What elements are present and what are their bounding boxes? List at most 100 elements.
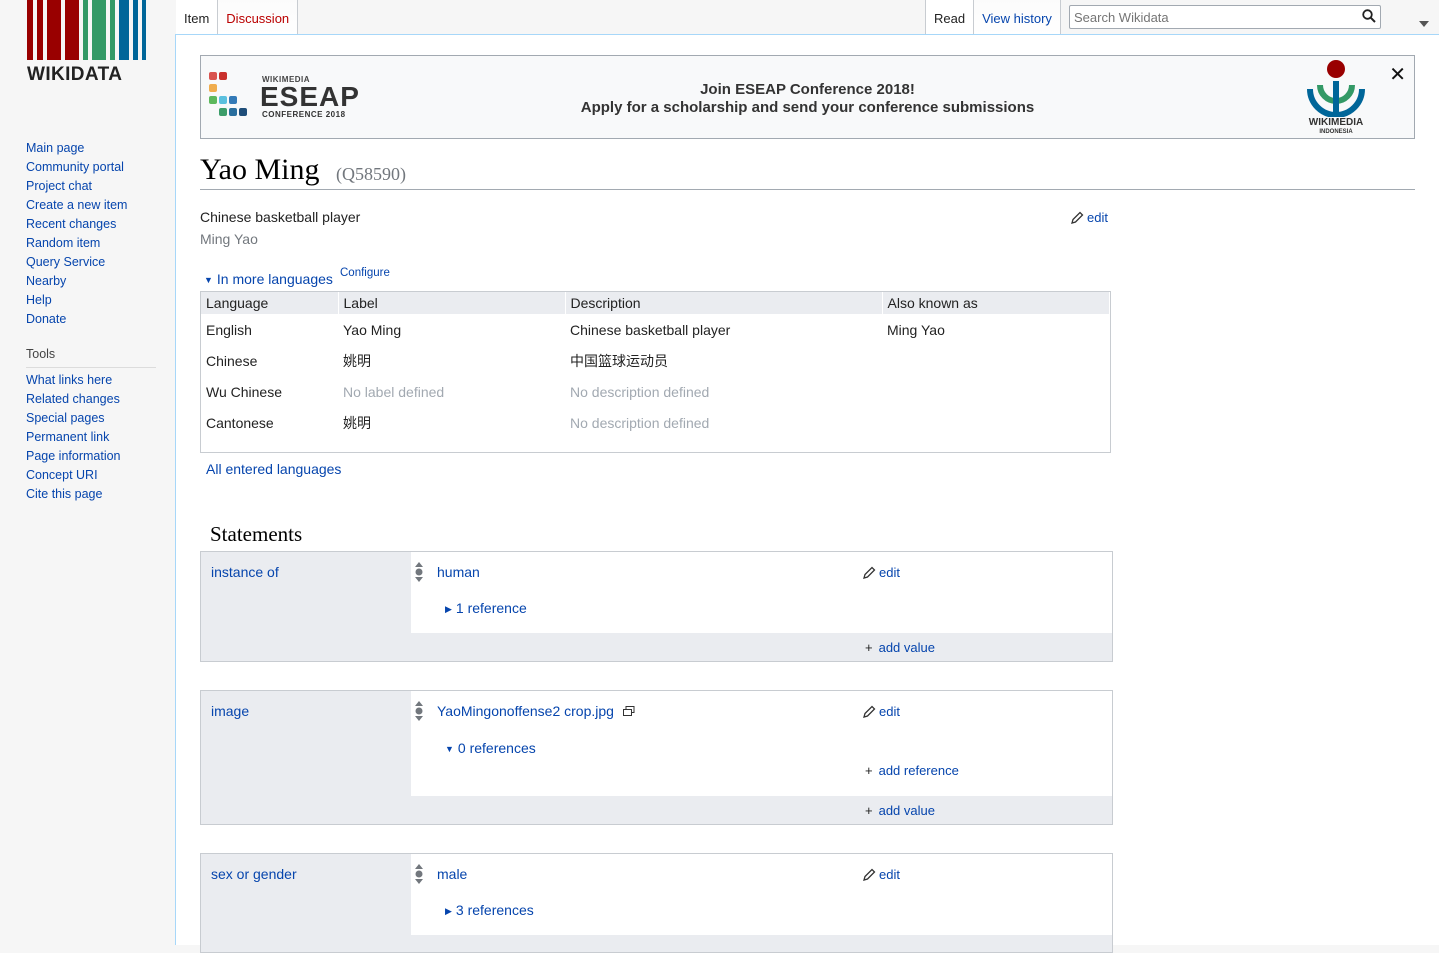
statement-edit-button[interactable]: edit	[863, 565, 900, 580]
property-link[interactable]: instance of	[211, 564, 279, 580]
plus-icon: +	[865, 763, 873, 778]
banner-message: Join ESEAP Conference 2018! Apply for a …	[201, 81, 1414, 117]
in-more-languages-label: In more languages	[216, 271, 333, 287]
wikimedia-logo-icon	[1307, 60, 1365, 118]
row-description: No description defined	[570, 383, 710, 400]
statement-group-sex-or-gender: sex or gender male ▶ 3 references edit	[200, 853, 1113, 953]
image-filename: YaoMingonoffense2 crop.jpg	[437, 703, 614, 719]
external-link-icon	[622, 706, 635, 716]
rank-selector-icon[interactable]	[414, 701, 424, 726]
table-header-row: Language Label Description Also known as	[201, 292, 1110, 314]
add-reference-label: add reference	[878, 763, 959, 778]
tab-item[interactable]: Item	[176, 0, 219, 35]
row-label: 姚明	[343, 414, 371, 431]
sidebar-item-project-chat[interactable]: Project chat	[26, 177, 127, 196]
central-notice-banner[interactable]: WIKIMEDIA ESEAP CONFERENCE 2018 Join ESE…	[200, 55, 1415, 139]
property-link[interactable]: image	[211, 703, 249, 719]
search-input[interactable]	[1070, 6, 1350, 28]
statement-value-link[interactable]: YaoMingonoffense2 crop.jpg	[437, 703, 635, 719]
statement-edit-button[interactable]: edit	[863, 867, 900, 882]
pencil-icon	[1071, 211, 1084, 224]
wikimedia-indonesia-logo: WIKIMEDIA INDONESIA	[1296, 59, 1376, 137]
column-header-aliases: Also known as	[882, 292, 1110, 314]
statements-heading: Statements	[210, 522, 303, 546]
all-entered-languages-link[interactable]: All entered languages	[206, 461, 341, 477]
languages-table: Language Label Description Also known as…	[200, 291, 1111, 453]
item-id: (Q58590)	[336, 164, 406, 184]
sidebar-item-concept-uri[interactable]: Concept URI	[26, 466, 121, 485]
column-header-description: Description	[565, 292, 883, 314]
table-row: Chinese 姚明 中国篮球运动员	[201, 345, 1110, 376]
statement-value-link[interactable]: human	[437, 564, 480, 580]
plus-icon: +	[865, 803, 873, 818]
sidebar-tools: What links here Related changes Special …	[26, 371, 121, 504]
references-toggle[interactable]: ▼ 0 references	[445, 740, 536, 756]
row-language: English	[206, 321, 252, 338]
statement-body: male ▶ 3 references edit	[411, 854, 1112, 935]
configure-link[interactable]: Configure	[340, 267, 390, 279]
statement-edit-label: edit	[879, 704, 900, 719]
row-label: Yao Ming	[343, 321, 402, 338]
sidebar-item-create-new-item[interactable]: Create a new item	[26, 196, 127, 215]
row-description: 中国篮球运动员	[570, 352, 668, 369]
tab-view-history[interactable]: View history	[974, 0, 1061, 35]
sidebar-item-community-portal[interactable]: Community portal	[26, 158, 127, 177]
tab-discussion[interactable]: Discussion	[218, 0, 299, 35]
rank-selector-icon[interactable]	[414, 864, 424, 889]
banner-line-1: Join ESEAP Conference 2018!	[700, 81, 915, 98]
sidebar-navigation: Main page Community portal Project chat …	[26, 139, 127, 329]
item-label: Yao Ming	[200, 153, 320, 186]
column-header-language: Language	[201, 292, 339, 314]
in-more-languages-toggle[interactable]: ▼ In more languages	[204, 271, 333, 287]
more-actions-dropdown-icon[interactable]	[1419, 14, 1429, 32]
row-label: No label defined	[343, 383, 445, 400]
sidebar-item-related-changes[interactable]: Related changes	[26, 390, 121, 409]
sidebar-item-donate[interactable]: Donate	[26, 310, 127, 329]
table-row: Wu Chinese No label defined No descripti…	[201, 376, 1110, 407]
view-tabs: Read View history	[925, 0, 1061, 35]
rank-selector-icon[interactable]	[414, 562, 424, 587]
tab-read[interactable]: Read	[925, 0, 975, 35]
sidebar-item-page-information[interactable]: Page information	[26, 447, 121, 466]
add-value-button[interactable]: + add value	[865, 803, 935, 818]
content-area: WIKIMEDIA ESEAP CONFERENCE 2018 Join ESE…	[175, 34, 1439, 953]
property-link[interactable]: sex or gender	[211, 866, 297, 882]
references-toggle[interactable]: ▶ 1 reference	[445, 600, 527, 616]
references-toggle[interactable]: ▶ 3 references	[445, 902, 534, 918]
sidebar-item-nearby[interactable]: Nearby	[26, 272, 127, 291]
sidebar-item-what-links-here[interactable]: What links here	[26, 371, 121, 390]
row-description: No description defined	[570, 414, 710, 431]
row-aliases	[882, 345, 1110, 376]
sidebar-item-random-item[interactable]: Random item	[26, 234, 127, 253]
pencil-icon	[863, 566, 876, 579]
sidebar-item-special-pages[interactable]: Special pages	[26, 409, 121, 428]
sidebar-item-main-page[interactable]: Main page	[26, 139, 127, 158]
terms-edit-button[interactable]: edit	[1071, 210, 1108, 225]
row-aliases: Ming Yao	[887, 321, 945, 338]
banner-close-icon[interactable]: ✕	[1389, 62, 1406, 87]
statement-value-link[interactable]: male	[437, 866, 467, 882]
wikimedia-indonesia-subtext: INDONESIA	[1319, 129, 1353, 135]
caret-right-icon: ▶	[445, 906, 452, 916]
sidebar-item-recent-changes[interactable]: Recent changes	[26, 215, 127, 234]
sidebar-tools-heading: Tools	[26, 347, 156, 368]
statement-group-image: image YaoMingonoffense2 crop.jpg ▼ 0 refe…	[200, 690, 1113, 825]
caret-down-icon: ▼	[445, 744, 454, 754]
plus-icon: +	[865, 640, 873, 655]
terms-edit-label: edit	[1087, 210, 1108, 225]
references-label: 0 references	[457, 740, 536, 756]
add-value-button[interactable]: + add value	[865, 640, 935, 655]
item-alias: Ming Yao	[200, 231, 258, 247]
statement-group-instance-of: instance of human ▶ 1 reference edit + add…	[200, 551, 1113, 662]
wikidata-logo[interactable]: WIKIDATA	[26, 0, 150, 90]
item-description: Chinese basketball player	[200, 209, 361, 225]
sidebar-item-permanent-link[interactable]: Permanent link	[26, 428, 121, 447]
add-reference-button[interactable]: + add reference	[865, 763, 959, 778]
statement-edit-button[interactable]: edit	[863, 704, 900, 719]
search-icon[interactable]	[1362, 9, 1376, 28]
sidebar-item-cite-this-page[interactable]: Cite this page	[26, 485, 121, 504]
sidebar-item-help[interactable]: Help	[26, 291, 127, 310]
add-value-label: add value	[878, 640, 935, 655]
table-row: English Yao Ming Chinese basketball play…	[201, 314, 1110, 345]
sidebar-item-query-service[interactable]: Query Service	[26, 253, 127, 272]
